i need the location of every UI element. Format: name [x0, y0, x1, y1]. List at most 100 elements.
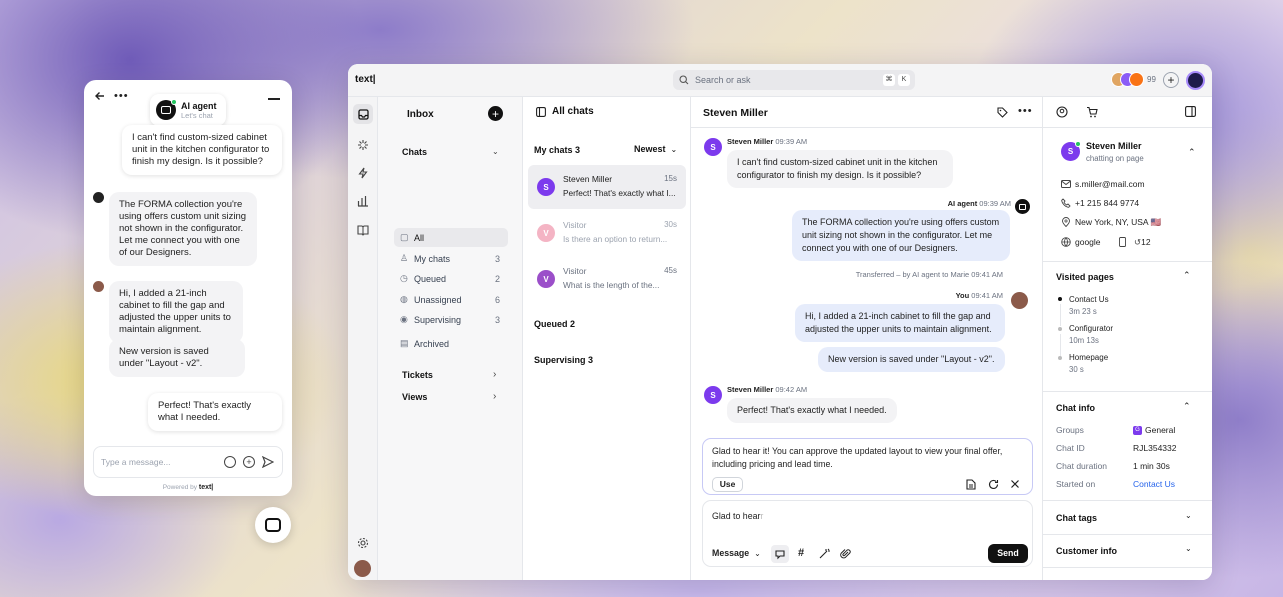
nav-rail	[348, 97, 378, 580]
inbox-item-unassigned[interactable]: ◍ Unassigned 6	[394, 290, 508, 309]
settings-icon[interactable]	[357, 537, 369, 549]
regenerate-icon[interactable]	[988, 479, 999, 490]
search-input[interactable]: Search or ask	[695, 75, 883, 85]
chat-id-label: Chat ID	[1056, 443, 1085, 453]
agent-subtitle: Let's chat	[181, 110, 213, 120]
hashtag-icon[interactable]: #	[798, 547, 804, 559]
document-icon[interactable]	[966, 479, 976, 490]
inbox-item-supervising[interactable]: ◉ Supervising 3	[394, 310, 508, 329]
visits-value: 12	[1141, 237, 1151, 247]
tickets-section-label[interactable]: Tickets	[402, 370, 433, 380]
team-avatar[interactable]	[1129, 72, 1144, 87]
divider	[1043, 127, 1212, 128]
more-icon[interactable]: •••	[1018, 106, 1033, 117]
new-chat-button[interactable]: +	[488, 106, 503, 121]
message-time: 09:39 AM	[979, 199, 1011, 208]
composer-input[interactable]: Glad to hearr	[712, 511, 763, 521]
book-icon[interactable]	[357, 224, 369, 236]
use-suggestion-button[interactable]: Use	[712, 477, 743, 492]
chat-list-item[interactable]: V Visitor 45s What is the length of the.…	[528, 257, 686, 301]
message-mode-dropdown[interactable]: Message ⌄	[712, 548, 761, 558]
chat-bubble-icon	[265, 518, 281, 532]
timeline-dot	[1058, 297, 1062, 301]
chat-time: 30s	[664, 220, 677, 229]
minimize-icon[interactable]	[268, 98, 280, 100]
powered-by-label: Powered by	[162, 484, 198, 491]
agent-avatar[interactable]	[354, 560, 371, 577]
sender-name: Steven Miller	[727, 137, 774, 146]
inbox-item-my-chats[interactable]: ♙ My chats 3	[394, 249, 508, 268]
emoji-icon[interactable]	[224, 456, 236, 468]
back-arrow-icon[interactable]	[94, 90, 106, 102]
divider	[1043, 261, 1212, 262]
composer[interactable]: Glad to hearr Message ⌄ # Send	[702, 500, 1033, 567]
timeline-dot	[1058, 356, 1062, 360]
agent-message-bubble: Hi, I added a 21-inch cabinet to fill th…	[795, 304, 1005, 342]
chat-launcher-button[interactable]	[255, 507, 291, 543]
tag-icon[interactable]	[997, 107, 1008, 118]
visited-page-name[interactable]: Contact Us	[1069, 295, 1109, 304]
customer-phone[interactable]: +1 215 844 9774	[1075, 198, 1139, 208]
visited-page-time: 3m 23 s	[1069, 307, 1097, 316]
views-section-label[interactable]: Views	[402, 392, 427, 402]
my-chats-header: My chats 3	[534, 145, 581, 155]
shortcut-key: K	[898, 74, 910, 86]
composer-typed-text: Glad to hear	[712, 511, 761, 521]
inbox-item-archived[interactable]: ▤ Archived	[394, 334, 508, 353]
chevron-down-icon[interactable]: ⌄	[1185, 511, 1192, 520]
sender-name: Steven Miller	[727, 385, 774, 394]
global-search[interactable]: Search or ask ⌘ K	[673, 70, 915, 90]
inbox-item-label: All	[414, 232, 425, 243]
widget-input-box[interactable]: Type a message... +	[93, 446, 283, 478]
chevron-down-icon[interactable]: ⌄	[1185, 544, 1192, 553]
chats-section-label[interactable]: Chats	[402, 147, 427, 157]
chevron-up-icon[interactable]: ⌃	[1183, 270, 1191, 281]
customer-info-title[interactable]: Customer info	[1056, 546, 1117, 556]
supervising-header[interactable]: Supervising 3	[534, 355, 593, 365]
queued-header[interactable]: Queued 2	[534, 319, 575, 329]
inbox-icon[interactable]	[353, 104, 373, 124]
lightning-icon[interactable]	[357, 167, 369, 179]
chat-tags-title[interactable]: Chat tags	[1056, 513, 1097, 523]
chevron-up-icon[interactable]: ⌃	[1188, 147, 1196, 158]
close-icon[interactable]	[1010, 479, 1020, 489]
chat-list-item[interactable]: S Steven Miller 15s Perfect! That's exac…	[528, 165, 686, 209]
started-on-link[interactable]: Contact Us	[1133, 479, 1175, 489]
add-icon[interactable]: +	[1163, 72, 1179, 88]
chat-duration-label: Chat duration	[1056, 461, 1108, 471]
add-icon[interactable]: +	[243, 456, 255, 468]
send-icon[interactable]	[262, 456, 274, 468]
chevron-right-icon[interactable]: ›	[493, 369, 496, 380]
customer-email[interactable]: s.miller@mail.com	[1075, 179, 1145, 189]
reports-icon[interactable]	[357, 195, 369, 207]
chevron-down-icon[interactable]: ⌄	[492, 147, 499, 156]
user-avatar[interactable]	[1186, 71, 1205, 90]
panel-icon	[536, 106, 546, 117]
inbox-item-queued[interactable]: ◷ Queued 2	[394, 269, 508, 288]
attachment-icon[interactable]	[840, 548, 851, 559]
inbox-item-all[interactable]: ▢ All	[394, 228, 508, 247]
person-icon: ♙	[400, 253, 409, 263]
visited-page-name[interactable]: Homepage	[1069, 353, 1108, 362]
message-input[interactable]: Type a message...	[101, 457, 224, 467]
profile-icon[interactable]	[1056, 106, 1068, 118]
sidebar-toggle-icon[interactable]	[1185, 106, 1196, 117]
chat-list-item[interactable]: V Visitor 30s Is there an option to retu…	[528, 211, 686, 255]
cart-icon[interactable]	[1086, 106, 1098, 118]
inbox-title: Inbox	[407, 109, 434, 120]
more-icon[interactable]: •••	[114, 91, 129, 102]
visited-page-name[interactable]: Configurator	[1069, 324, 1113, 333]
widget-message: I can't find custom-sized cabinet unit i…	[122, 125, 282, 175]
sender-name: AI agent	[947, 199, 978, 208]
chevron-up-icon[interactable]: ⌃	[1183, 401, 1191, 412]
message-mode-label: Message	[712, 548, 750, 558]
magic-wand-icon[interactable]	[819, 548, 830, 559]
chevron-right-icon[interactable]: ›	[493, 391, 496, 402]
groups-value: G General	[1133, 425, 1175, 435]
widget-message: New version is saved under "Layout - v2"…	[109, 339, 245, 377]
chevron-down-icon: ⌄	[670, 144, 678, 154]
sort-dropdown[interactable]: Newest ⌄	[634, 144, 677, 154]
ai-assist-icon[interactable]	[771, 545, 789, 563]
send-button[interactable]: Send	[988, 544, 1028, 563]
sparkle-icon[interactable]	[357, 139, 369, 151]
